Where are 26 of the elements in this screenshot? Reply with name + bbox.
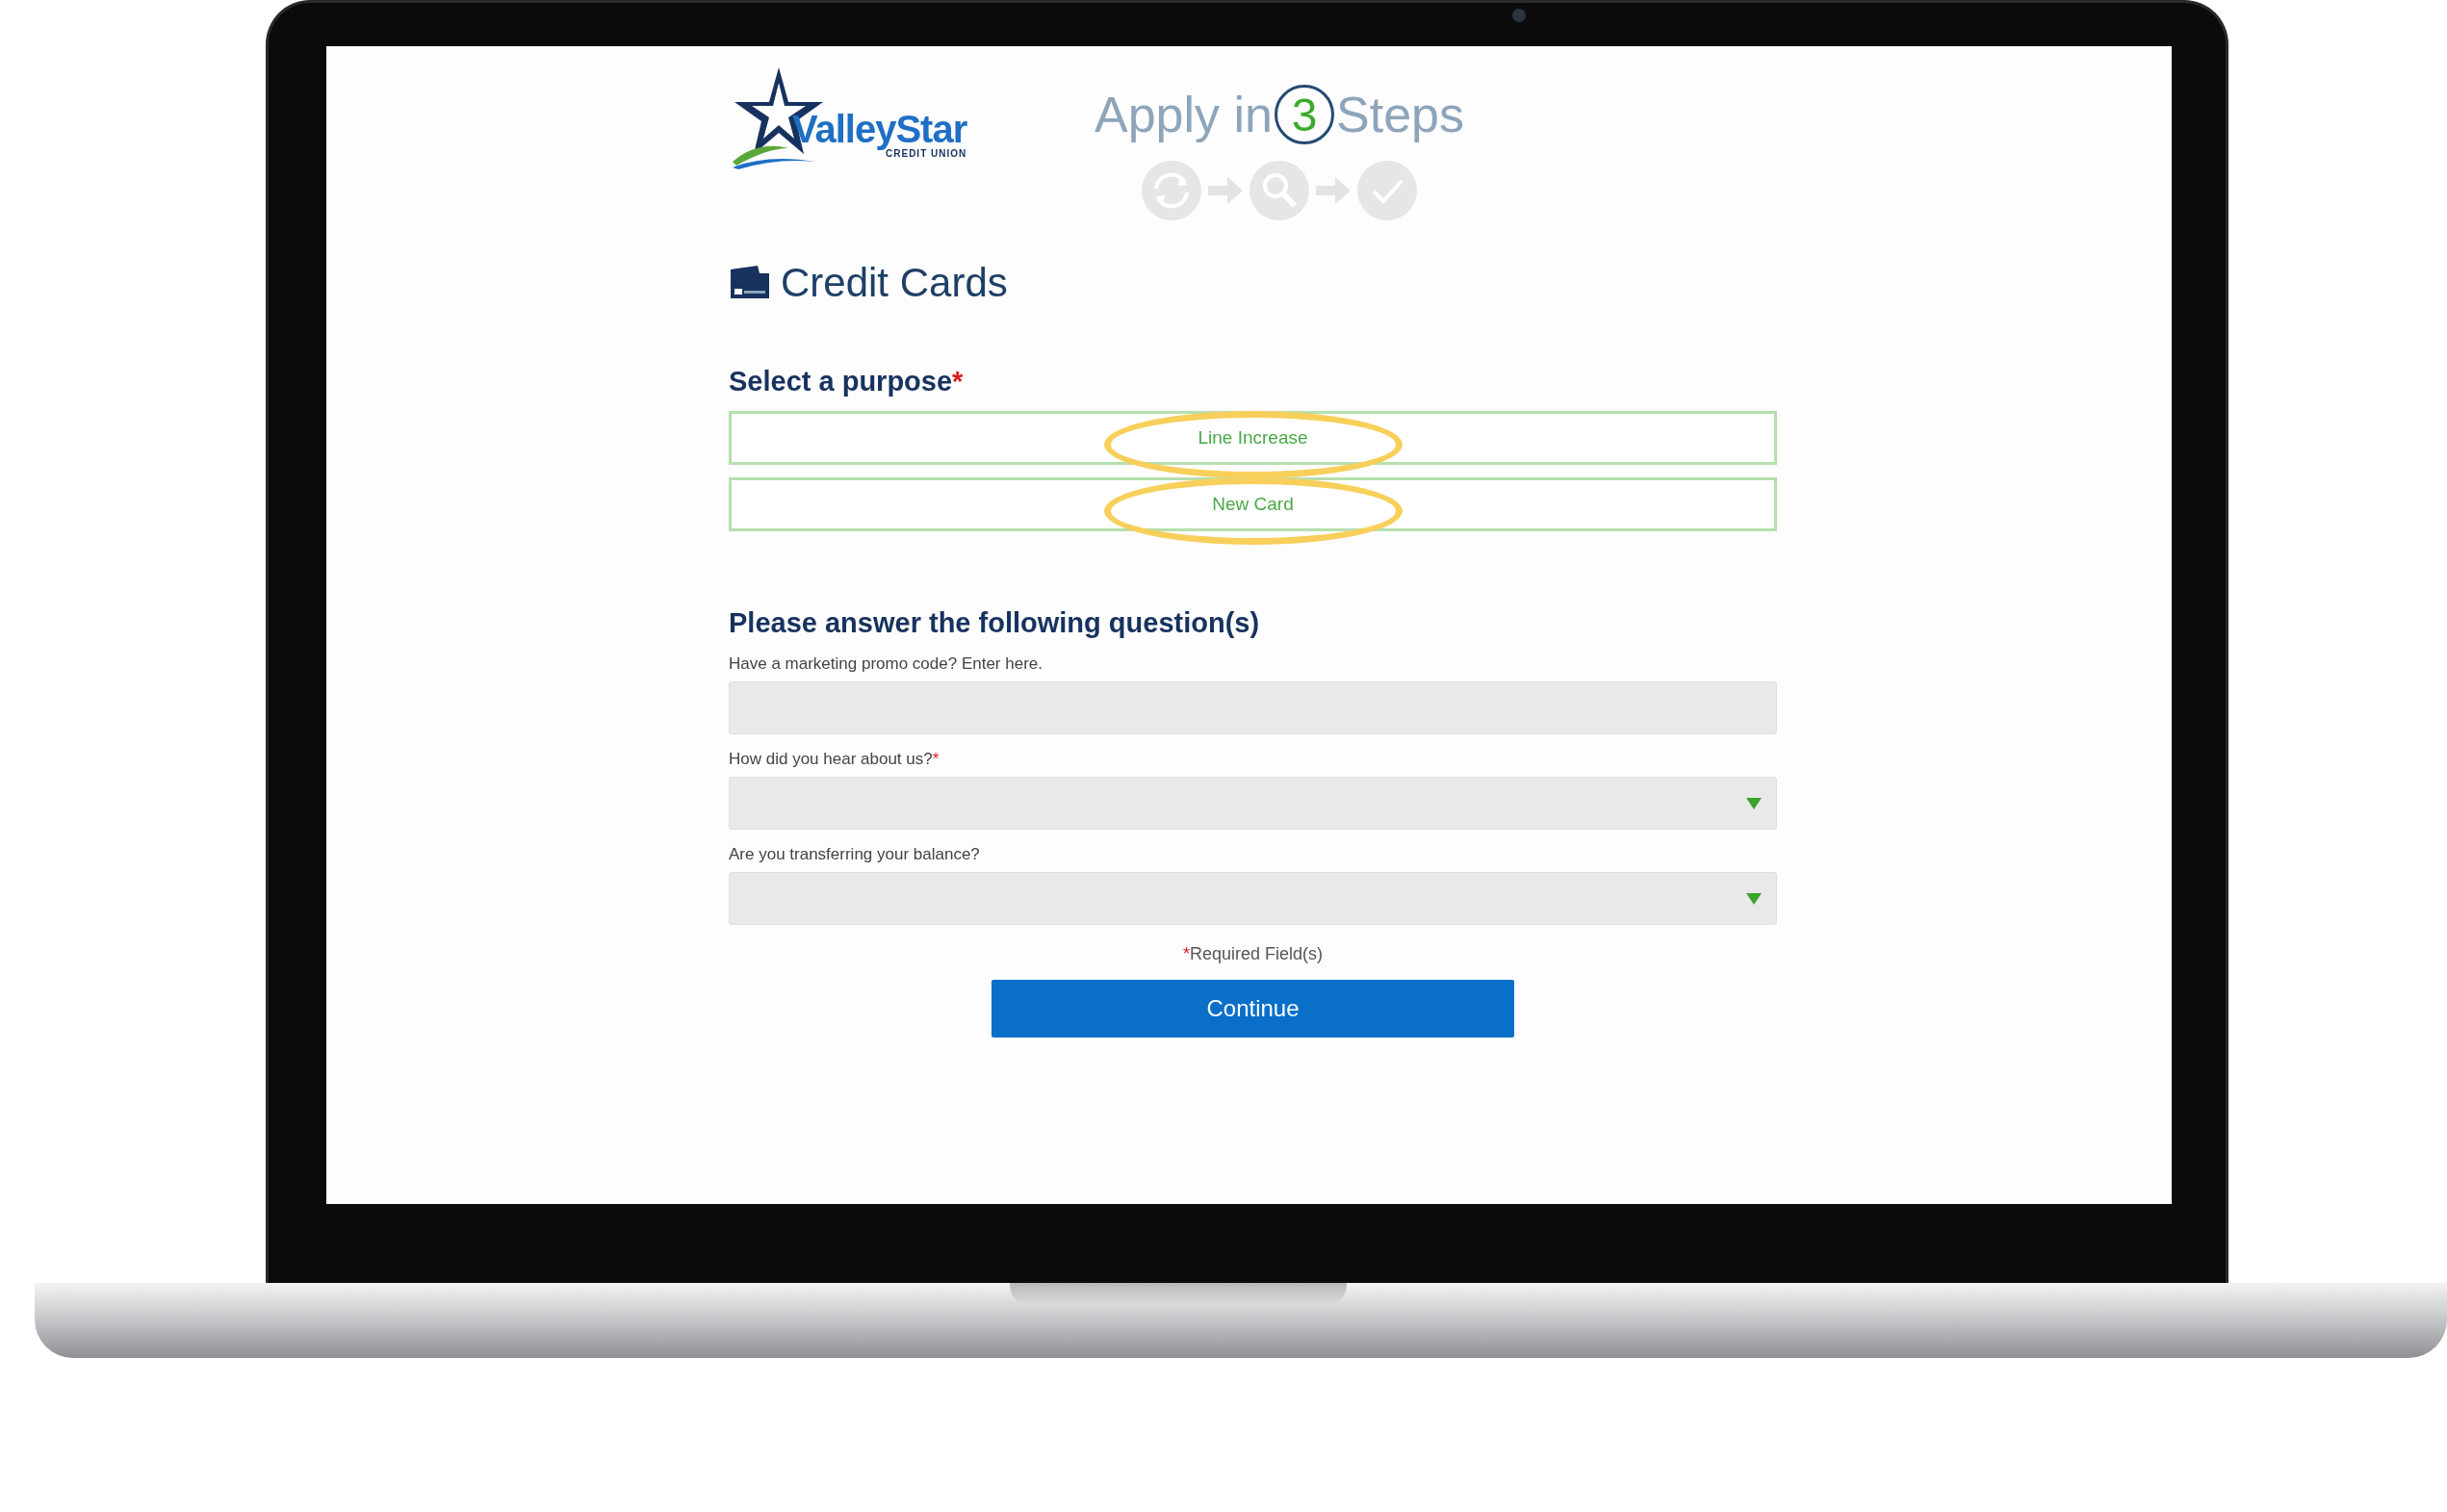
camera-dot: [1512, 9, 1526, 22]
promo-code-field[interactable]: [729, 681, 1777, 734]
purpose-option[interactable]: Line Increase: [729, 411, 1777, 465]
credit-cards-icon: [729, 266, 771, 300]
field-label: Have a marketing promo code? Enter here.: [729, 654, 1043, 674]
dropdown-field[interactable]: [729, 872, 1777, 925]
steps-text: Steps: [1336, 86, 1464, 143]
field-label: Are you transferring your balance?: [729, 845, 981, 864]
caret-icon: [1745, 891, 1763, 906]
field-label: How did you hear about us?*: [729, 750, 940, 769]
search-icon: [1249, 160, 1310, 221]
arrow-icon: [1206, 175, 1245, 206]
refresh-icon: [1141, 160, 1202, 221]
checkmark-icon: [1356, 160, 1418, 221]
purpose-option[interactable]: New Card: [729, 477, 1777, 531]
dropdown-field[interactable]: [729, 777, 1777, 830]
logo-tagline: CREDIT UNION: [886, 148, 967, 160]
apply-text: Apply in: [1095, 86, 1273, 143]
step-count: 3: [1275, 85, 1334, 144]
purpose-label: Select a purpose*: [729, 366, 965, 397]
required-note: *Required Field(s): [1182, 944, 1324, 964]
continue-button[interactable]: Continue: [992, 980, 1514, 1038]
caret-icon: [1745, 796, 1763, 810]
arrow-icon: [1314, 175, 1352, 206]
questions-heading: Please answer the following question(s): [729, 607, 1261, 639]
page-title: Credit Cards: [781, 260, 1008, 306]
